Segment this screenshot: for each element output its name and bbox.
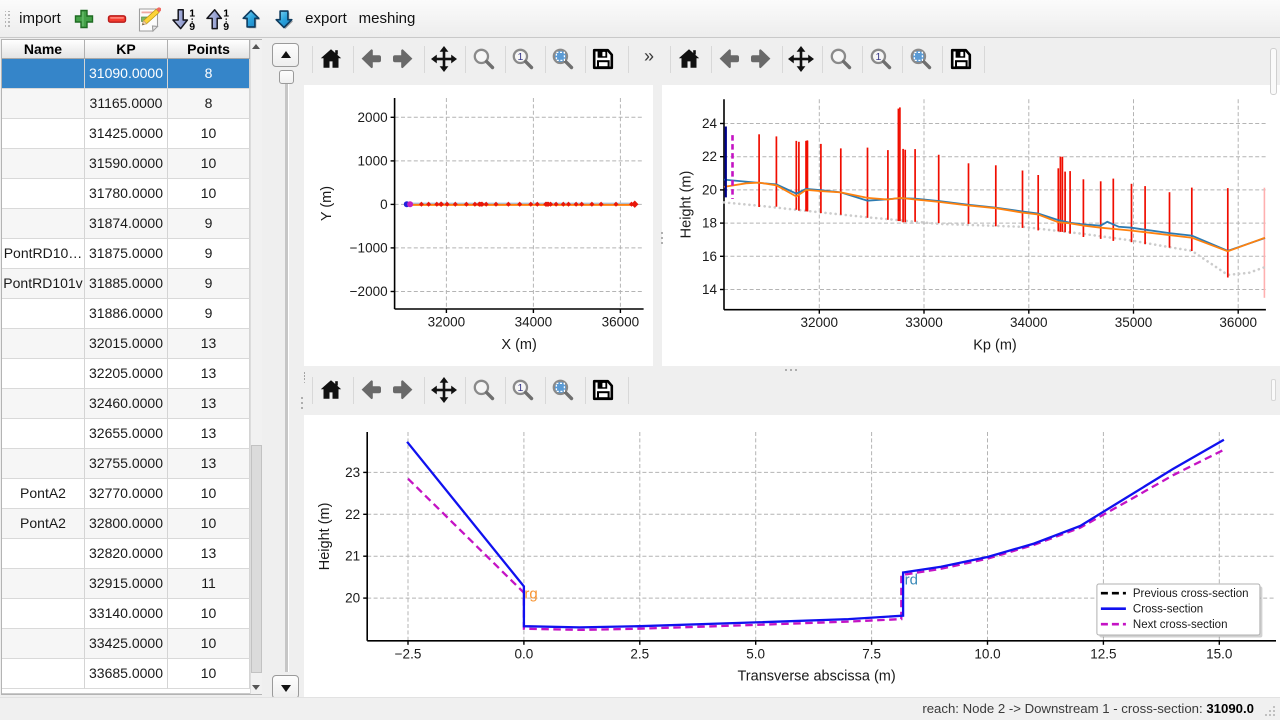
- svg-text:10.0: 10.0: [974, 646, 1000, 661]
- svg-text:Kp (m): Kp (m): [973, 338, 1017, 354]
- svg-text:23: 23: [345, 465, 360, 480]
- svg-text:5.0: 5.0: [746, 646, 765, 661]
- svg-text:0.0: 0.0: [515, 646, 534, 661]
- svg-text:2.5: 2.5: [630, 646, 649, 661]
- svg-text:36000: 36000: [602, 315, 640, 330]
- svg-text:Cross-section: Cross-section: [1133, 604, 1203, 616]
- svg-text:1: 1: [517, 382, 523, 394]
- svg-text:Height (m): Height (m): [317, 503, 333, 571]
- svg-text:1000: 1000: [358, 153, 388, 168]
- svg-text:32000: 32000: [801, 315, 839, 330]
- svg-text:7.5: 7.5: [862, 646, 881, 661]
- svg-text:Height (m): Height (m): [679, 171, 695, 239]
- svg-text:12.5: 12.5: [1090, 646, 1116, 661]
- svg-text:Next cross-section: Next cross-section: [1133, 619, 1228, 631]
- svg-text:1: 1: [189, 7, 195, 19]
- svg-text:32000: 32000: [428, 315, 466, 330]
- svg-text:1: 1: [875, 51, 881, 63]
- svg-text:1: 1: [223, 7, 229, 19]
- svg-text:2000: 2000: [358, 110, 388, 125]
- svg-text:35000: 35000: [1115, 315, 1153, 330]
- svg-text:15.0: 15.0: [1206, 646, 1232, 661]
- svg-text:rd: rd: [905, 572, 918, 589]
- svg-text:X (m): X (m): [501, 337, 536, 353]
- svg-text:0: 0: [380, 197, 388, 212]
- svg-text:36000: 36000: [1219, 315, 1257, 330]
- svg-text:24: 24: [702, 116, 718, 131]
- svg-text:20: 20: [702, 182, 717, 197]
- svg-text:1: 1: [517, 51, 523, 63]
- svg-text:rg: rg: [524, 585, 537, 602]
- svg-text:22: 22: [702, 149, 717, 164]
- svg-text:−1000: −1000: [350, 240, 388, 255]
- svg-text:Transverse abscissa (m): Transverse abscissa (m): [737, 668, 895, 684]
- svg-text:20: 20: [345, 591, 360, 606]
- svg-text:21: 21: [345, 549, 360, 564]
- svg-text:22: 22: [345, 507, 360, 522]
- svg-text:14: 14: [702, 282, 718, 297]
- svg-text:33000: 33000: [905, 315, 943, 330]
- svg-text:34000: 34000: [1010, 315, 1048, 330]
- svg-text:−2000: −2000: [350, 284, 388, 299]
- svg-text:Y (m): Y (m): [319, 186, 335, 221]
- svg-text:34000: 34000: [515, 315, 553, 330]
- svg-text:16: 16: [702, 249, 717, 264]
- svg-text:Previous cross-section: Previous cross-section: [1133, 588, 1249, 600]
- svg-text:−2.5: −2.5: [395, 646, 422, 661]
- svg-text:18: 18: [702, 216, 717, 231]
